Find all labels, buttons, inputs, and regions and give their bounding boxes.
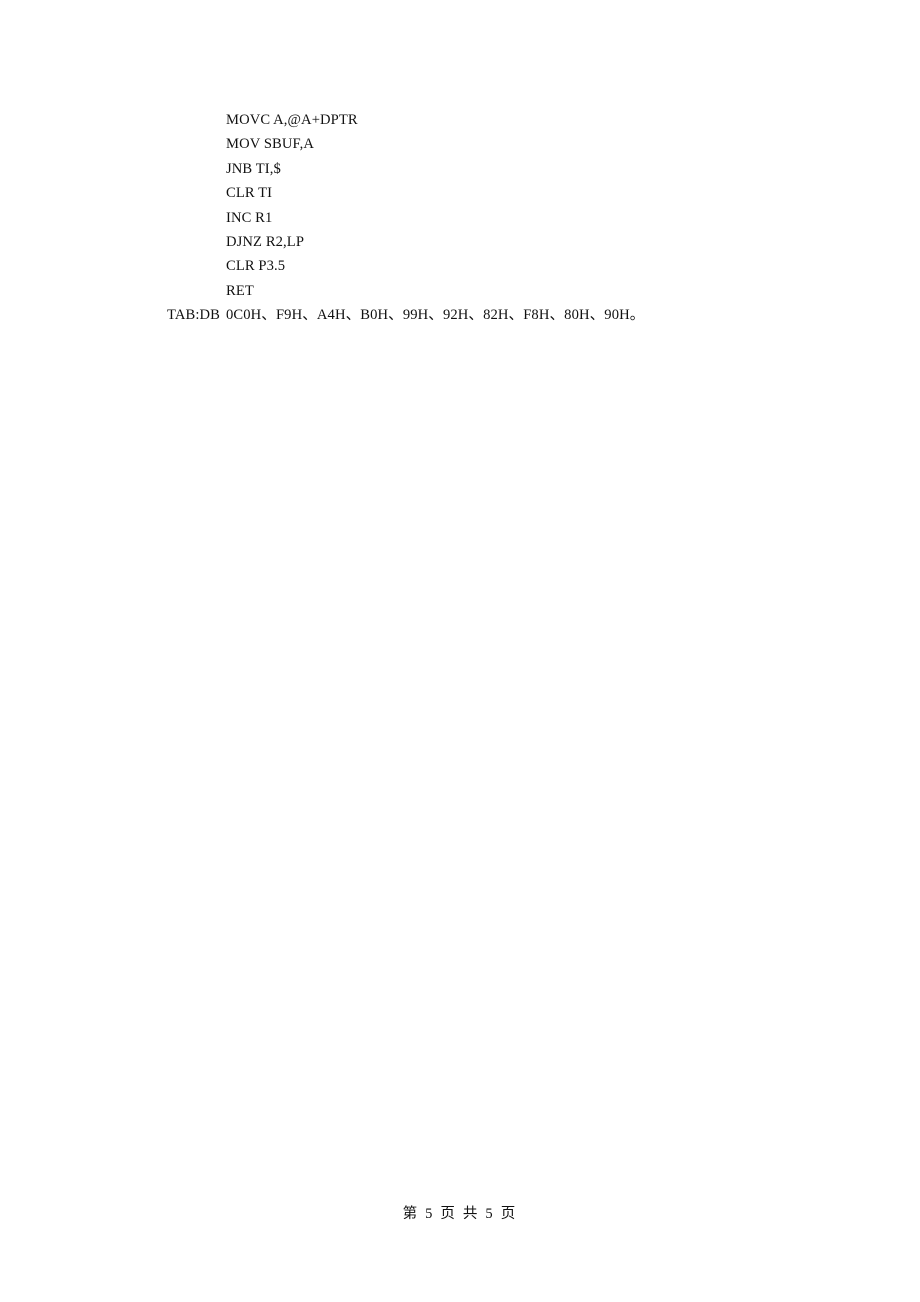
page-footer: 第 5 页 共 5 页 <box>0 1204 920 1224</box>
code-line-text: DJNZ R2,LP <box>226 233 305 250</box>
code-line-label: TAB:DB <box>167 307 220 324</box>
code-line-table-data: TAB:DB 0C0H、F9H、A4H、B0H、99H、92H、82H、F8H、… <box>0 303 920 327</box>
assembly-code-block: MOVC A,@A+DPTR MOV SBUF,A JNB TI,$ CLR T… <box>0 108 920 328</box>
code-line-text: CLR TI <box>226 185 273 202</box>
code-line-text: CLR P3.5 <box>226 258 286 275</box>
code-line-text: MOV SBUF,A <box>226 136 314 153</box>
code-line: CLR TI <box>0 181 920 205</box>
code-line: RET <box>0 279 920 303</box>
page-number-text: 第 5 页 共 5 页 <box>402 1206 518 1222</box>
code-line-text: RET <box>226 282 254 299</box>
code-line: DJNZ R2,LP <box>0 230 920 254</box>
document-page: MOVC A,@A+DPTR MOV SBUF,A JNB TI,$ CLR T… <box>0 0 920 1302</box>
code-line-text: JNB TI,$ <box>226 160 281 177</box>
code-line-text: 0C0H、F9H、A4H、B0H、99H、92H、82H、F8H、80H、90H… <box>226 307 645 324</box>
code-line-text: INC R1 <box>226 209 273 226</box>
code-line: JNB TI,$ <box>0 157 920 181</box>
code-line: MOVC A,@A+DPTR <box>0 108 920 132</box>
code-line: MOV SBUF,A <box>0 132 920 156</box>
code-line: INC R1 <box>0 206 920 230</box>
code-line: CLR P3.5 <box>0 254 920 278</box>
code-line-text: MOVC A,@A+DPTR <box>226 112 358 128</box>
